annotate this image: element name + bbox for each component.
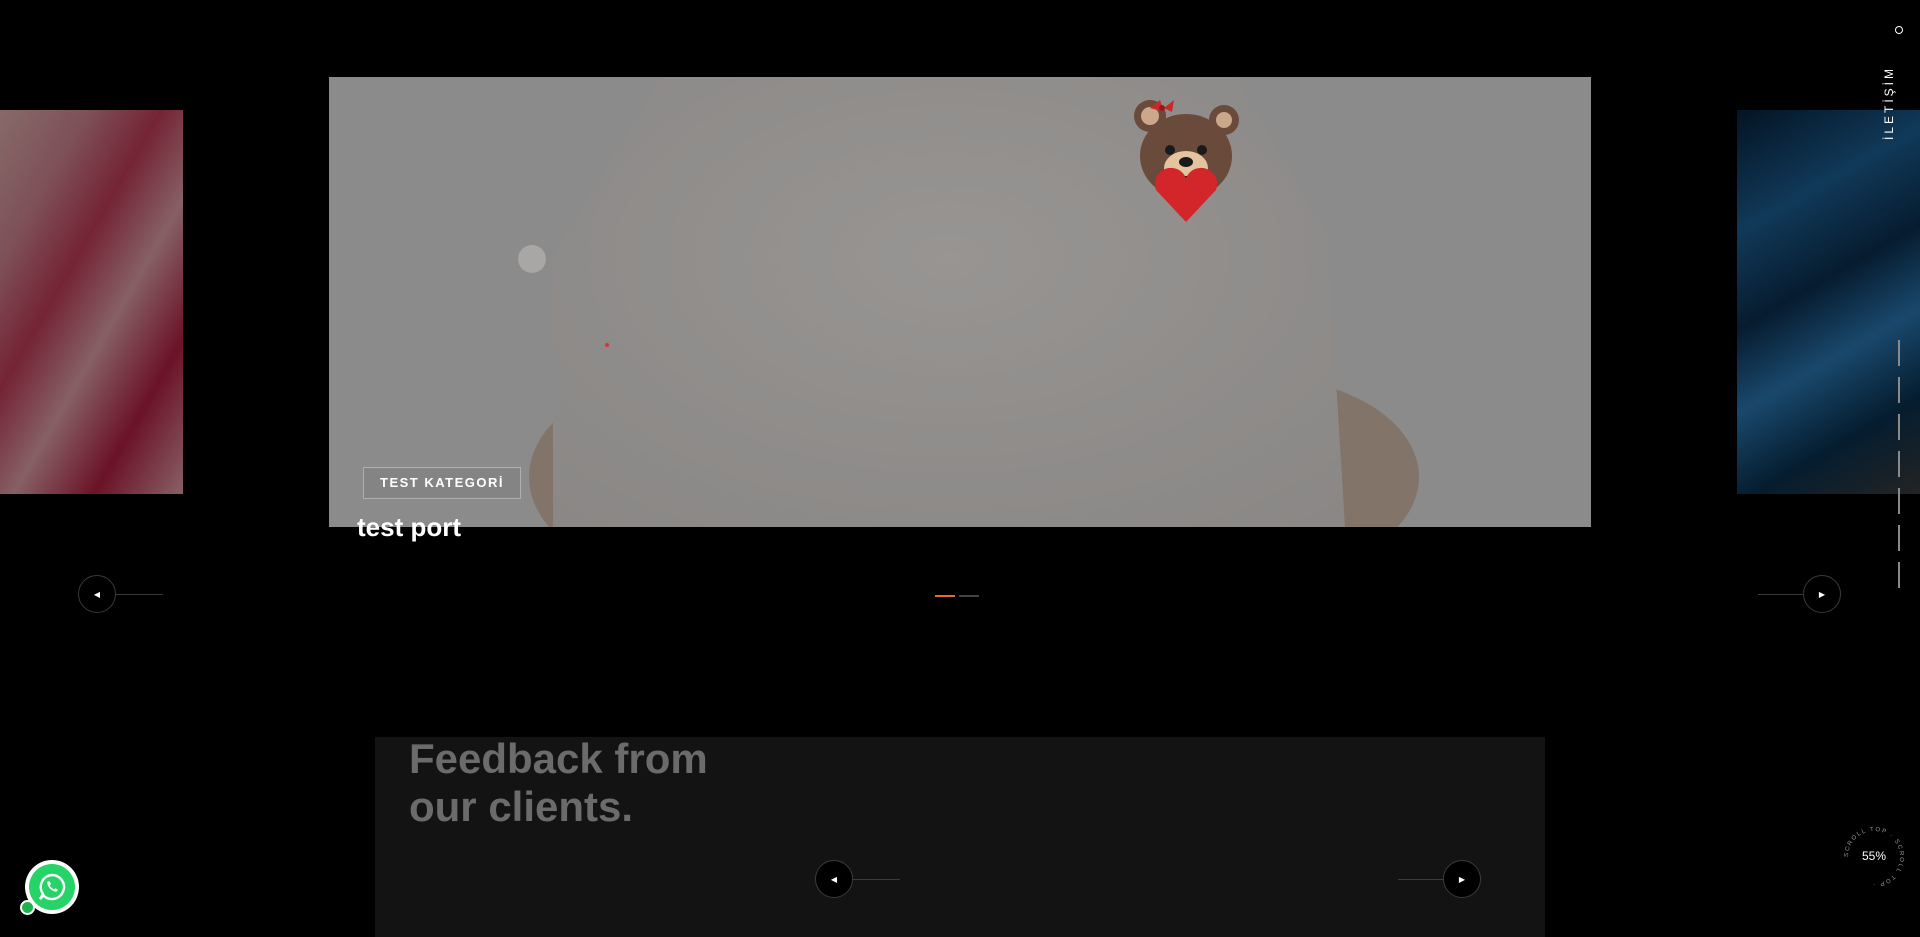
triangle-left-icon: ◀ [93, 589, 101, 599]
side-slide-previous[interactable] [0, 110, 183, 494]
testimonial-prev-line [852, 879, 900, 880]
next-nav-line [1758, 594, 1806, 595]
slide-title[interactable]: test port [357, 512, 461, 543]
section-tick[interactable] [1898, 525, 1900, 551]
slide-category-badge[interactable]: TEST KATEGORİ [363, 467, 521, 499]
slider-next-button[interactable]: ▶ [1803, 575, 1841, 613]
section-tick[interactable] [1898, 562, 1900, 588]
slide-overlay [329, 77, 1591, 527]
contact-circle-icon [1895, 26, 1903, 34]
whatsapp-button[interactable] [29, 864, 75, 910]
triangle-right-icon: ▶ [1458, 874, 1466, 884]
main-slide-image[interactable] [329, 77, 1591, 527]
testimonials-title: Feedback from our clients. [409, 735, 809, 831]
testimonial-next-line [1398, 879, 1446, 880]
section-indicator [1898, 340, 1900, 599]
bear-icon [1134, 100, 1239, 222]
whatsapp-icon [38, 873, 66, 901]
testimonials-title-line2: our clients. [409, 783, 634, 830]
section-tick[interactable] [1898, 340, 1900, 366]
pagination-bullet-active[interactable] [935, 595, 955, 597]
testimonial-next-button[interactable]: ▶ [1443, 860, 1481, 898]
contact-link[interactable]: İLETİŞİM [1882, 40, 1902, 140]
red-marker-dot [605, 343, 609, 347]
testimonials-title-line1: Feedback from [409, 735, 708, 782]
triangle-left-icon: ◀ [830, 874, 838, 884]
section-tick[interactable] [1898, 414, 1900, 440]
cursor-dot [518, 245, 546, 273]
pagination-bullet[interactable] [959, 595, 979, 597]
online-status-dot [20, 900, 35, 915]
side-slide-next[interactable] [1737, 110, 1920, 494]
section-tick[interactable] [1898, 377, 1900, 403]
section-tick[interactable] [1898, 451, 1900, 477]
slider-prev-button[interactable]: ◀ [78, 575, 116, 613]
testimonial-prev-button[interactable]: ◀ [815, 860, 853, 898]
scroll-progress-percent: 55% [1861, 849, 1887, 863]
triangle-right-icon: ▶ [1818, 589, 1826, 599]
prev-nav-line [115, 594, 163, 595]
section-tick[interactable] [1898, 488, 1900, 514]
